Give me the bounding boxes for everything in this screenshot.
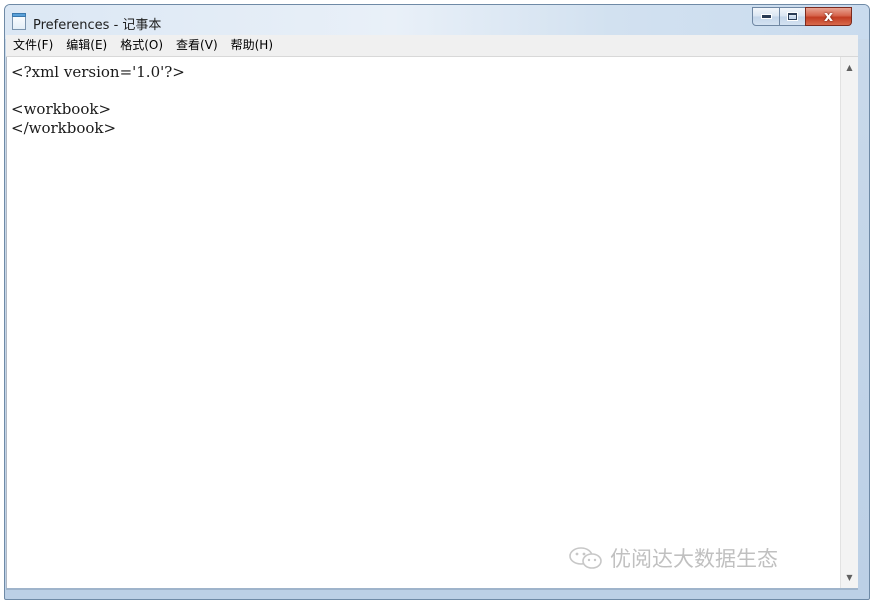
watermark: 优阅达大数据生态 [568,543,778,573]
vertical-scrollbar[interactable]: ▲ ▼ [840,57,858,588]
editor-line: <?xml version='1.0'?> [11,63,185,81]
editor-content[interactable]: <?xml version='1.0'?> <workbook> </workb… [7,57,841,137]
window-bottom-border [6,588,858,590]
window-title: Preferences - 记事本 [33,18,162,33]
close-button[interactable]: x [805,7,852,26]
editor-line: </workbook> [11,118,117,137]
scroll-up-arrow-icon[interactable]: ▲ [841,59,858,76]
editor-line: <workbook> [11,100,112,118]
minimize-icon [761,15,771,18]
menu-help[interactable]: 帮助(H) [224,35,279,56]
menu-edit[interactable]: 编辑(E) [59,35,113,56]
wechat-icon [569,547,602,569]
scroll-down-arrow-icon[interactable]: ▼ [841,569,858,586]
title-bar[interactable]: Preferences - 记事本 x [5,5,869,39]
menu-file[interactable]: 文件(F) [6,35,59,56]
notepad-icon[interactable] [12,13,26,30]
watermark-text: 优阅达大数据生态 [610,547,778,571]
menu-view[interactable]: 查看(V) [169,35,224,56]
menu-bar: 文件(F) 编辑(E) 格式(O) 查看(V) 帮助(H) [6,35,858,57]
minimize-button[interactable] [752,7,780,26]
maximize-icon [788,13,797,20]
close-icon: x [823,8,834,25]
maximize-button[interactable] [779,7,806,26]
menu-format[interactable]: 格式(O) [113,35,169,56]
text-editor[interactable]: <?xml version='1.0'?> <workbook> </workb… [6,57,841,588]
